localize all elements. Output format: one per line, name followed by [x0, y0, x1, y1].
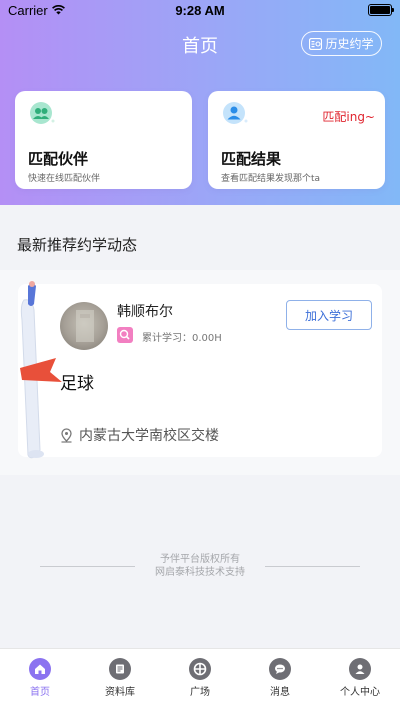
tab-library[interactable]: 资料库 — [80, 649, 160, 710]
tab-plaza[interactable]: 广场 — [160, 649, 240, 710]
battery-icon — [368, 4, 394, 16]
book-icon — [109, 658, 131, 680]
tab-messages[interactable]: 消息 — [240, 649, 320, 710]
scroll-illustration — [20, 281, 62, 459]
tab-label: 资料库 — [105, 687, 135, 698]
card-title: 匹配伙伴 — [28, 150, 89, 168]
tab-label: 广场 — [190, 687, 210, 698]
tab-home[interactable]: 首页 — [0, 649, 80, 710]
section-title: 最新推荐约学动态 — [17, 236, 138, 254]
location-pin-icon — [61, 427, 72, 443]
message-icon — [269, 658, 291, 680]
avatar[interactable] — [60, 302, 108, 350]
home-icon — [29, 658, 51, 680]
plaza-icon — [189, 658, 211, 680]
partner-icon — [30, 102, 55, 124]
status-bar: Carrier 9:28 AM — [0, 0, 400, 22]
avatar-image-icon — [76, 310, 94, 342]
result-icon — [223, 102, 248, 124]
post-location: 内蒙古大学南校区交楼 — [60, 425, 219, 445]
match-result-card[interactable]: 匹配ing~ 匹配结果 查看匹配结果发现那个ta — [208, 91, 385, 189]
card-subtitle: 快速在线匹配伙伴 — [28, 174, 101, 184]
match-partner-card[interactable]: 匹配伙伴 快速在线匹配伙伴 — [15, 91, 192, 189]
support-text: 网启泰科技技术支持 — [155, 567, 245, 578]
post-title: 足球 — [60, 374, 94, 394]
history-icon — [309, 37, 323, 50]
tab-label: 首页 — [30, 687, 50, 698]
tab-label: 消息 — [270, 687, 290, 698]
user-icon — [349, 658, 371, 680]
location-label: 内蒙古大学南校区交楼 — [79, 428, 219, 444]
history-button[interactable]: 历史约学 — [301, 31, 382, 56]
status-time: 9:28 AM — [175, 3, 225, 18]
search-icon — [117, 327, 133, 343]
user-name: 韩顺布尔 — [117, 304, 173, 320]
tab-bar: 首页 资料库 广场 消息 个人中心 — [0, 648, 400, 710]
card-title: 匹配结果 — [221, 150, 282, 168]
card-subtitle: 查看匹配结果发现那个ta — [221, 174, 321, 184]
history-label: 历史约学 — [325, 37, 374, 51]
study-duration: 累计学习：0.00H — [142, 333, 222, 344]
tab-profile[interactable]: 个人中心 — [320, 649, 400, 710]
copyright-text: 予伴平台版权所有 — [160, 554, 240, 565]
matching-tag: 匹配ing~ — [322, 110, 375, 124]
tab-label: 个人中心 — [340, 687, 380, 698]
join-study-button[interactable]: 加入学习 — [286, 300, 372, 330]
